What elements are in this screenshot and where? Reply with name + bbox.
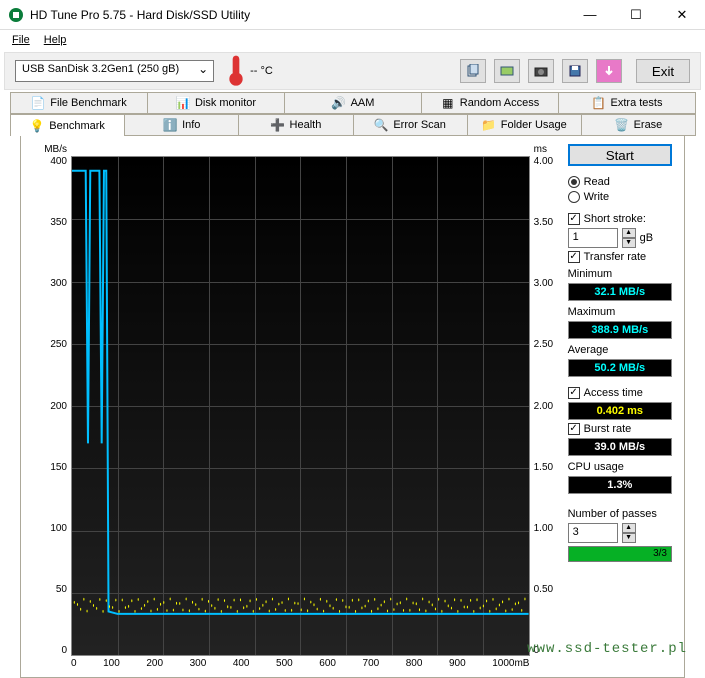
tab-aam[interactable]: 🔊AAM (284, 92, 422, 114)
tab-extra-tests[interactable]: 📋Extra tests (558, 92, 696, 114)
copy-screenshot-button[interactable] (494, 59, 520, 83)
min-value: 32.1 MB/s (568, 283, 672, 301)
bulb-icon: 💡 (30, 119, 44, 133)
health-icon: ➕ (271, 118, 285, 132)
tabs: 📄File Benchmark 📊Disk monitor 🔊AAM ▦Rand… (10, 92, 695, 678)
tab-info[interactable]: ℹ️Info (124, 114, 239, 136)
tab-folder-usage[interactable]: 📁Folder Usage (467, 114, 582, 136)
tab-random-access[interactable]: ▦Random Access (421, 92, 559, 114)
start-button[interactable]: Start (568, 144, 672, 166)
spinner-down[interactable]: ▼ (622, 238, 636, 248)
menu-file[interactable]: File (6, 32, 36, 48)
tab-benchmark[interactable]: 💡Benchmark (10, 114, 125, 136)
magnify-icon: 🔍 (374, 118, 388, 132)
tab-erase[interactable]: 🗑️Erase (581, 114, 696, 136)
burst-rate-check[interactable]: ✓Burst rate (568, 423, 672, 435)
window-title: HD Tune Pro 5.75 - Hard Disk/SSD Utility (30, 8, 567, 22)
maximize-button[interactable]: ☐ (613, 0, 659, 30)
file-icon: 📄 (31, 96, 45, 110)
extra-icon: 📋 (592, 96, 606, 110)
drive-select[interactable]: USB SanDisk 3.2Gen1 (250 gB) (15, 60, 214, 82)
read-radio[interactable]: Read (568, 176, 672, 188)
check-icon: ✓ (568, 213, 580, 225)
y-axis-right: 4.00 3.50 3.00 2.50 2.00 1.50 1.00 0.50 … (530, 156, 560, 656)
tab-health[interactable]: ➕Health (238, 114, 353, 136)
spinner-up[interactable]: ▲ (622, 523, 636, 533)
write-radio[interactable]: Write (568, 191, 672, 203)
screenshot-button[interactable] (528, 59, 554, 83)
info-icon: ℹ️ (163, 118, 177, 132)
thermometer-icon (226, 61, 246, 81)
spinner-down[interactable]: ▼ (622, 533, 636, 543)
tab-file-benchmark[interactable]: 📄File Benchmark (10, 92, 148, 114)
progress-text: 3/3 (653, 548, 667, 559)
tab-disk-monitor[interactable]: 📊Disk monitor (147, 92, 285, 114)
app-icon (8, 7, 24, 23)
menu-help[interactable]: Help (38, 32, 73, 48)
check-icon: ✓ (568, 387, 580, 399)
min-label: Minimum (568, 268, 672, 280)
side-panel: Start Read Write ✓Short stroke: 1 ▲▼ gB … (568, 144, 672, 669)
max-value: 388.9 MB/s (568, 321, 672, 339)
y-left-unit: MB/s (33, 144, 71, 156)
speaker-icon: 🔊 (332, 96, 346, 110)
access-time-scatter (72, 157, 529, 655)
temperature-display: -- °C (226, 61, 273, 81)
cpu-label: CPU usage (568, 461, 672, 473)
y-axis-left: 400 350 300 250 200 150 100 50 0 (33, 156, 71, 656)
progress-bar: 3/3 (568, 546, 672, 562)
passes-label: Number of passes (568, 508, 672, 520)
max-label: Maximum (568, 306, 672, 318)
spinner-up[interactable]: ▲ (622, 228, 636, 238)
copy-info-button[interactable] (460, 59, 486, 83)
folder-icon: 📁 (482, 118, 496, 132)
trash-icon: 🗑️ (615, 118, 629, 132)
short-stroke-check[interactable]: ✓Short stroke: (568, 213, 672, 225)
radio-icon (568, 191, 580, 203)
benchmark-plot (71, 156, 530, 656)
radio-icon (568, 176, 580, 188)
random-icon: ▦ (441, 96, 455, 110)
exit-button[interactable]: Exit (636, 59, 690, 83)
cpu-value: 1.3% (568, 476, 672, 494)
drive-select-value: USB SanDisk 3.2Gen1 (250 gB) (22, 63, 179, 75)
watermark: www.ssd-tester.pl (527, 641, 687, 657)
minimize-button[interactable]: — (567, 0, 613, 30)
close-button[interactable]: ✕ (659, 0, 705, 30)
burst-value: 39.0 MB/s (568, 438, 672, 456)
toolbar: USB SanDisk 3.2Gen1 (250 gB) -- °C Exit (4, 52, 701, 90)
avg-value: 50.2 MB/s (568, 359, 672, 377)
access-time-check[interactable]: ✓Access time (568, 387, 672, 399)
chart-area: MB/s ms 400 350 300 250 200 150 100 50 0 (33, 144, 560, 669)
check-icon: ✓ (568, 251, 580, 263)
temperature-value: -- °C (250, 65, 273, 77)
monitor-icon: 📊 (176, 96, 190, 110)
short-stroke-input[interactable]: 1 (568, 228, 618, 248)
titlebar: HD Tune Pro 5.75 - Hard Disk/SSD Utility… (0, 0, 705, 30)
content-area: MB/s ms 400 350 300 250 200 150 100 50 0 (20, 136, 685, 678)
x-axis: 0 100 200 300 400 500 600 700 800 900 10… (33, 656, 530, 669)
check-icon: ✓ (568, 423, 580, 435)
transfer-rate-check[interactable]: ✓Transfer rate (568, 251, 672, 263)
save-button[interactable] (562, 59, 588, 83)
passes-input[interactable]: 3 (568, 523, 618, 543)
options-button[interactable] (596, 59, 622, 83)
tab-error-scan[interactable]: 🔍Error Scan (353, 114, 468, 136)
short-stroke-unit: gB (640, 232, 653, 244)
avg-label: Average (568, 344, 672, 356)
access-value: 0.402 ms (568, 402, 672, 420)
y-right-unit: ms (530, 144, 560, 156)
menubar: File Help (0, 30, 705, 50)
